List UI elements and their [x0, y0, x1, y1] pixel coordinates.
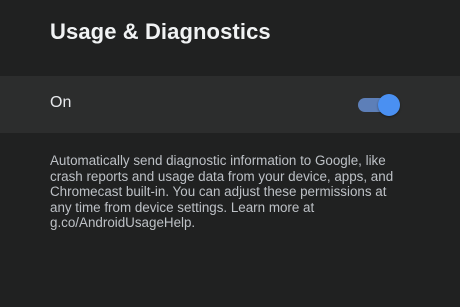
setting-label: On [50, 94, 72, 111]
usage-diagnostics-screen: Usage & Diagnostics On Automatically sen… [0, 0, 460, 307]
usage-diagnostics-toggle[interactable] [356, 94, 400, 116]
toggle-thumb [378, 94, 400, 116]
page-title: Usage & Diagnostics [50, 19, 271, 44]
usage-diagnostics-setting-row[interactable]: On [0, 76, 460, 133]
description-text: Automatically send diagnostic informatio… [50, 153, 394, 231]
